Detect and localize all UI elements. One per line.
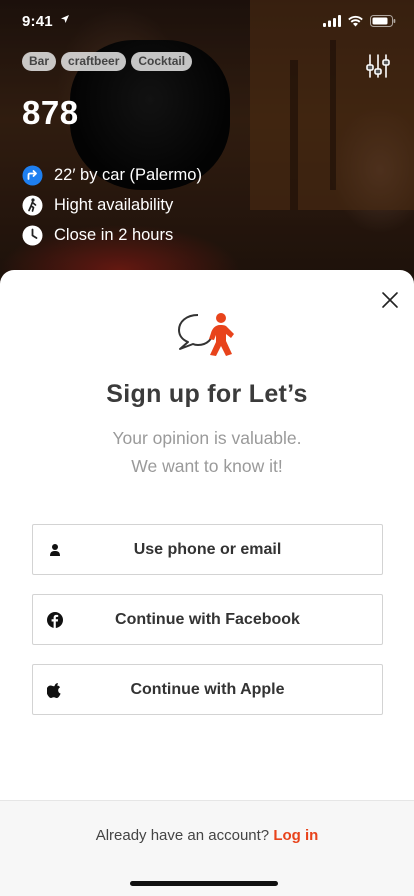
wifi-icon (347, 14, 364, 32)
tag-bar[interactable]: Bar (22, 52, 57, 71)
apple-button[interactable]: Continue with Apple (32, 664, 383, 715)
info-availability: Hight availability (22, 190, 202, 220)
info-directions-text: 22′ by car (Palermo) (54, 165, 202, 184)
tag-craftbeer[interactable]: craftbeer (61, 52, 127, 71)
footer-text: Already have an account? (95, 827, 270, 844)
phone-email-button[interactable]: Use phone or email (32, 524, 383, 575)
facebook-label: Continue with Facebook (115, 610, 300, 628)
venue-tags: Bar craftbeer Cocktail (22, 52, 193, 71)
facebook-button[interactable]: Continue with Facebook (32, 594, 383, 645)
phone-email-label: Use phone or email (133, 540, 282, 558)
info-availability-text: Hight availability (54, 195, 174, 214)
clock-icon (22, 225, 43, 246)
apple-icon (46, 682, 63, 698)
login-link[interactable]: Log in (273, 827, 318, 844)
venue-photo (0, 0, 414, 300)
info-directions[interactable]: 22′ by car (Palermo) (22, 160, 202, 190)
home-indicator[interactable] (130, 881, 278, 886)
status-time: 9:41 (22, 13, 53, 30)
signup-subtitle-line2: We want to know it! (131, 456, 283, 476)
tag-cocktail[interactable]: Cocktail (131, 52, 193, 71)
person-icon (47, 542, 63, 558)
sliders-icon[interactable] (364, 52, 392, 80)
battery-icon (370, 14, 396, 32)
info-hours-text: Close in 2 hours (54, 225, 174, 244)
apple-label: Continue with Apple (130, 680, 285, 698)
cellular-signal-icon (323, 14, 341, 32)
signup-title: Sign up for Let’s (106, 380, 308, 408)
directions-icon (22, 165, 43, 186)
status-bar: 9:41 (0, 0, 414, 44)
signup-subtitle: Your opinion is valuable. We want to kno… (0, 424, 414, 480)
facebook-icon (47, 612, 63, 628)
footer-line: Already have an account? Log in (0, 827, 414, 844)
crowd-walking-icon (22, 195, 43, 216)
venue-info-list: 22′ by car (Palermo) Hight availability … (22, 160, 202, 250)
chat-person-logo-icon (176, 309, 240, 361)
venue-price: 878 (22, 94, 79, 131)
info-hours: Close in 2 hours (22, 220, 202, 250)
close-icon[interactable] (378, 288, 402, 312)
signup-subtitle-line1: Your opinion is valuable. (112, 428, 302, 448)
location-arrow-icon (60, 13, 70, 27)
